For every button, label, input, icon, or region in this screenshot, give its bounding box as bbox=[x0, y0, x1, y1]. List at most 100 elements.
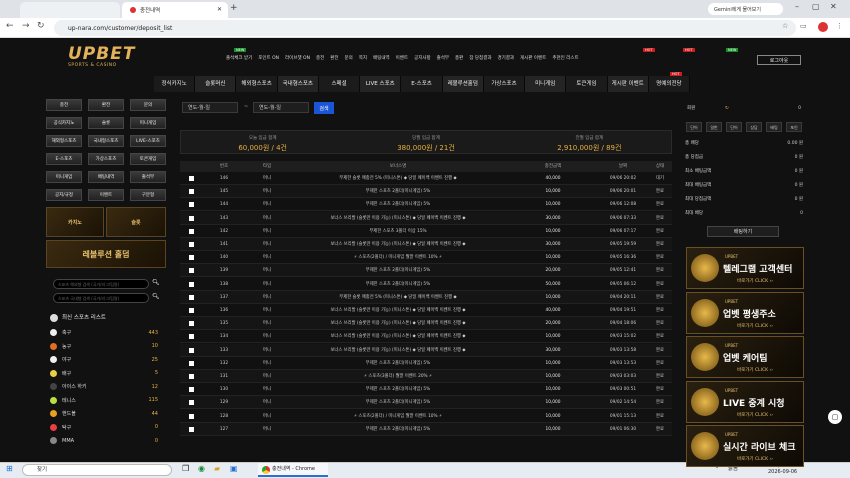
sport-row[interactable]: 탁구 0 bbox=[50, 422, 158, 433]
top-menu-item[interactable]: 총판 bbox=[455, 55, 463, 61]
row-checkbox[interactable] bbox=[189, 413, 194, 419]
table-row[interactable]: 133 머니 보너스 쓰리발 (슬롯만 이용 가능) (미니스톤) ◆ 당일 페이백… bbox=[180, 343, 672, 357]
top-menu-item[interactable]: 출석체크 받기 bbox=[226, 55, 252, 61]
row-checkbox[interactable] bbox=[189, 387, 194, 393]
holdem-banner[interactable]: 레볼루션 홀덤 bbox=[46, 240, 166, 268]
search-icon[interactable]: 🔍︎ bbox=[152, 293, 161, 302]
row-checkbox[interactable] bbox=[189, 228, 194, 234]
casino-banner[interactable]: 카지노 bbox=[46, 207, 104, 237]
row-checkbox[interactable] bbox=[189, 202, 194, 208]
row-checkbox[interactable] bbox=[189, 308, 194, 313]
windows-start-icon[interactable]: ⊞ bbox=[6, 464, 13, 473]
table-row[interactable]: 138 머니 무제한 스포츠 2폴더(미니게임) 5% 50,000 09/05 06:… bbox=[180, 278, 672, 291]
sidebar-button[interactable]: 토큰게임 bbox=[130, 153, 166, 165]
promo-banner[interactable]: UPBET 텔레그램 고객센터 바로가기 CLICK ›› bbox=[686, 247, 804, 289]
chat-icon[interactable]: ▢ bbox=[828, 410, 842, 424]
sidebar-button[interactable]: 배팅내역 bbox=[88, 171, 124, 183]
top-menu-item[interactable]: 환전 bbox=[330, 55, 338, 61]
sport-row[interactable]: 아이스 하키 12 bbox=[50, 381, 158, 392]
refresh-icon[interactable]: ↻ bbox=[725, 104, 729, 114]
sport-row[interactable]: 축구 443 bbox=[50, 327, 158, 338]
row-checkbox[interactable] bbox=[189, 360, 194, 366]
browser-tab-blank[interactable] bbox=[20, 2, 120, 18]
table-row[interactable]: 131 머니 ⚡ 스포츠(3폴더) 월말 이벤트 20% ⚡ 10,000 09/03 … bbox=[180, 370, 672, 383]
taskbar-search-input[interactable]: 찾기 bbox=[22, 464, 172, 476]
main-nav-item[interactable]: 가상스포츠 bbox=[483, 76, 526, 92]
sidebar-button[interactable]: 문의 bbox=[130, 99, 166, 111]
table-row[interactable]: 144 머니 무제한 스포츠 2폴더(미니게임) 5% 10,000 09/06 12:… bbox=[180, 198, 672, 212]
main-nav-item[interactable]: 해외형스포츠 bbox=[236, 76, 278, 92]
main-nav-item[interactable]: 정식카지노 bbox=[154, 76, 196, 92]
main-nav-item[interactable]: 슬롯머신 bbox=[195, 76, 237, 92]
sport-row[interactable]: 테니스 115 bbox=[50, 395, 158, 406]
row-checkbox[interactable] bbox=[189, 215, 194, 221]
sidebar-button[interactable]: 가상스포츠 bbox=[88, 153, 124, 165]
task-view-icon[interactable]: ❐ bbox=[182, 464, 189, 473]
bet-tab[interactable]: 단어 bbox=[686, 122, 702, 132]
table-row[interactable]: 130 머니 무제한 스포츠 2폴더(미니게임) 5% 10,000 09/03 00:… bbox=[180, 383, 672, 397]
sidebar-button[interactable]: 구분형 bbox=[130, 189, 166, 201]
sidebar-button[interactable]: 국내형스포츠 bbox=[88, 135, 124, 147]
top-menu-item[interactable]: 잠 당첨결과 bbox=[469, 55, 491, 61]
search-icon[interactable]: 🔍︎ bbox=[152, 279, 161, 288]
top-menu-item[interactable]: 충전 bbox=[316, 55, 324, 61]
top-menu-item[interactable]: 공지사항 bbox=[414, 55, 431, 61]
domestic-sports-search-input[interactable]: 스포츠 국내형 검색 (국가/리그/팀명) bbox=[53, 293, 149, 303]
top-menu-item[interactable]: 출석부 bbox=[437, 55, 449, 61]
close-window-icon[interactable]: ✕ bbox=[830, 2, 837, 11]
top-menu-item[interactable]: 라이브챗 ON bbox=[285, 55, 310, 61]
row-checkbox[interactable] bbox=[189, 400, 194, 406]
url-input[interactable]: up-nara.com/customer/deposit_list bbox=[54, 20, 796, 36]
sidebar-button[interactable]: 공식카지노 bbox=[46, 117, 82, 129]
table-row[interactable]: 136 머니 보너스 쓰리발 (슬롯만 이용 가능) (미니스톤) ◆ 당일 페이백… bbox=[180, 304, 672, 317]
sport-row[interactable]: 야구 25 bbox=[50, 354, 158, 365]
profile-avatar[interactable] bbox=[818, 22, 828, 32]
sidebar-button[interactable]: 출석부 bbox=[130, 171, 166, 183]
new-tab-icon[interactable]: + bbox=[230, 3, 238, 13]
edge-icon[interactable]: ◉ bbox=[198, 464, 205, 473]
sidebar-button[interactable]: 해외형스포츠 bbox=[46, 135, 82, 147]
row-checkbox[interactable] bbox=[189, 321, 194, 327]
row-checkbox[interactable] bbox=[189, 374, 194, 379]
main-nav-item[interactable]: 게시판 이벤트 bbox=[607, 76, 649, 92]
sidebar-button[interactable]: 미니게임 bbox=[46, 171, 82, 183]
main-nav-item[interactable]: LIVE 스포츠 bbox=[360, 76, 402, 92]
row-checkbox[interactable] bbox=[189, 294, 194, 300]
top-menu-item[interactable]: 배팅내역 bbox=[373, 55, 390, 61]
table-row[interactable]: 135 머니 보너스 쓰리발 (슬롯만 이용 가능) (미니스톤) ◆ 당일 페이백… bbox=[180, 317, 672, 331]
table-row[interactable]: 128 머니 ⚡ 스포츠(2폴더) / 미니게임 월말 이벤트 10% ⚡ 10,00… bbox=[180, 410, 672, 423]
sidebar-button[interactable]: 이벤트 bbox=[88, 189, 124, 201]
row-checkbox[interactable] bbox=[189, 281, 194, 287]
sidebar-button[interactable]: 공지/규정 bbox=[46, 189, 82, 201]
main-nav-item[interactable]: 스페셜 bbox=[318, 76, 361, 92]
top-menu-item[interactable]: 문의 bbox=[345, 55, 353, 61]
top-menu-item[interactable]: 포인트 ON bbox=[258, 55, 279, 61]
sport-row[interactable]: 배구 5 bbox=[50, 368, 158, 379]
back-icon[interactable]: ← bbox=[6, 21, 14, 31]
row-checkbox[interactable] bbox=[189, 334, 194, 340]
sidebar-button[interactable]: 충전 bbox=[46, 99, 82, 111]
table-row[interactable]: 141 머니 보너스 쓰리발 (슬롯만 이용 가능) (미니스톤) ◆ 당일 페이백… bbox=[180, 238, 672, 251]
row-checkbox[interactable] bbox=[189, 426, 194, 432]
bookmark-star-icon[interactable]: ☆ bbox=[782, 22, 788, 30]
top-menu-item[interactable]: 추천인 리스트 bbox=[552, 55, 578, 61]
row-checkbox[interactable] bbox=[189, 176, 194, 181]
row-checkbox[interactable] bbox=[189, 242, 194, 247]
search-button[interactable]: 검색 bbox=[314, 102, 334, 114]
table-row[interactable]: 143 머니 보너스 쓰리발 (슬롯만 이용 가능) (미니스톤) ◆ 당일 페이백… bbox=[180, 211, 672, 225]
main-nav-item[interactable]: 국내형스포츠 bbox=[277, 76, 319, 92]
promo-banner[interactable]: UPBET 업벳 케어팀 바로가기 CLICK ›› bbox=[686, 336, 804, 378]
slot-banner[interactable]: 슬롯 bbox=[106, 207, 166, 237]
promo-banner[interactable]: UPBET 실시간 라이브 체크 바로가기 CLICK ›› bbox=[686, 425, 804, 467]
top-menu-item[interactable]: 게시판 이벤트 bbox=[520, 55, 546, 61]
menu-kebab-icon[interactable]: ⋮ bbox=[836, 22, 843, 30]
table-row[interactable]: 142 머니 무제한 스포츠 3폴더 이상 15% 10,000 09/06 07:17… bbox=[180, 225, 672, 238]
sidebar-button[interactable]: 환전 bbox=[88, 99, 124, 111]
sport-row[interactable]: 농구 10 bbox=[50, 341, 158, 352]
reload-icon[interactable]: ↻ bbox=[37, 21, 45, 31]
place-bet-button[interactable]: 배팅하기 bbox=[707, 226, 779, 237]
close-tab-icon[interactable]: ✕ bbox=[217, 6, 222, 13]
date-from-input[interactable]: 연도-월-일 bbox=[182, 102, 238, 113]
main-nav-item[interactable]: 레볼루션홀덤 bbox=[442, 76, 484, 92]
table-row[interactable]: 145 머니 무제한 스포츠 2폴더(미니게임) 5% 10,000 09/06 20:… bbox=[180, 185, 672, 199]
